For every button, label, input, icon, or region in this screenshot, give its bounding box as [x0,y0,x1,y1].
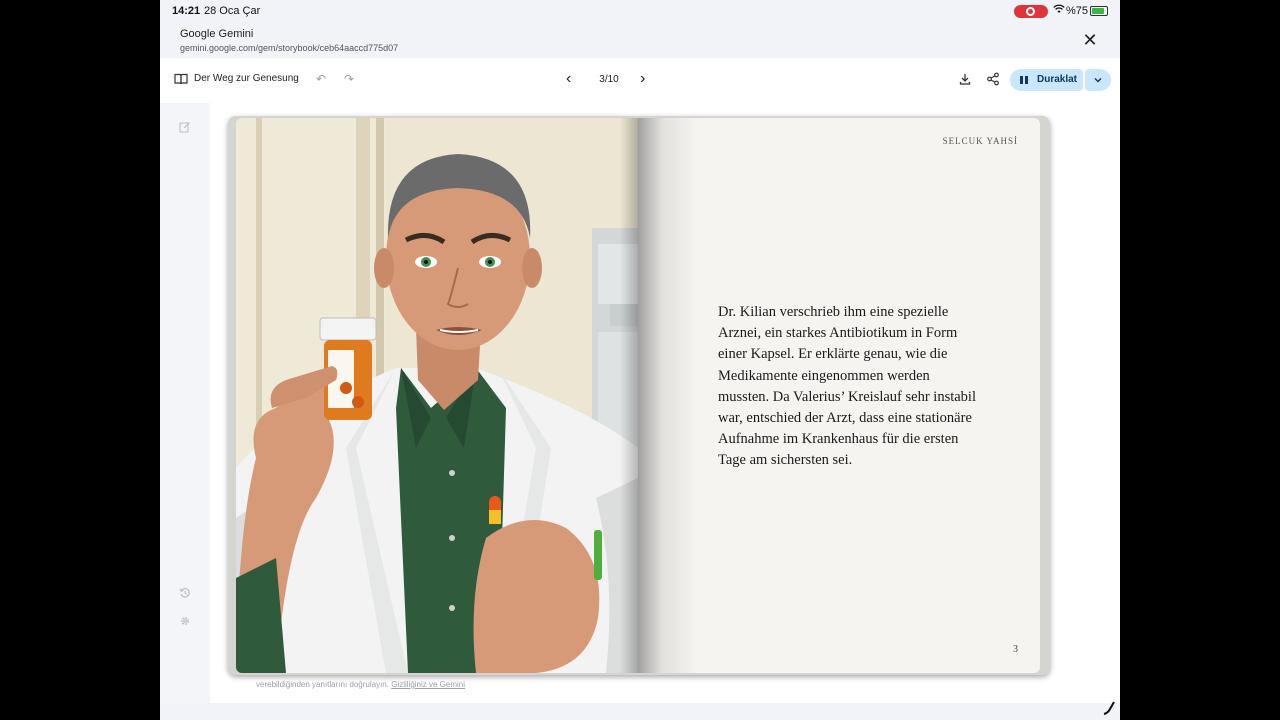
status-bar: 14:21 28 Oca Çar %75 [160,0,1120,22]
side-rail [160,103,210,703]
chevron-down-icon [1094,78,1102,83]
browser-header: Google Gemini gemini.google.com/gem/stor… [160,22,1120,58]
screen-recording-icon[interactable] [1014,5,1048,18]
redo-icon[interactable]: ↷ [344,72,354,86]
history-icon[interactable] [179,587,191,599]
status-time: 14:21 [172,5,201,17]
story-title[interactable]: Der Weg zur Genesung [194,73,299,84]
page-url[interactable]: gemini.google.com/gem/storybook/ceb64aac… [180,43,398,53]
download-icon[interactable] [958,72,972,86]
previous-page-button[interactable]: ‹ [566,70,571,88]
bottom-strip [160,703,1120,720]
illustration-page[interactable] [236,118,638,673]
wifi-icon [1053,4,1065,17]
gemini-disclaimer: verebildiğinden yanıtlarını doğrulayın. … [256,680,465,689]
pause-button[interactable]: Duraklat [1010,69,1083,91]
privacy-link[interactable]: Gizliliğiniz ve Gemini [391,680,465,689]
pause-label: Duraklat [1037,74,1078,85]
battery-icon [1090,6,1108,16]
book-author: SELCUK YAHSİ [942,136,1018,146]
doctor-illustration [236,118,638,673]
playback-options-button[interactable] [1085,69,1111,91]
edit-icon[interactable] [179,121,191,133]
app-title: Google Gemini [180,28,254,40]
storybook: SELCUK YAHSİ Dr. Kilian verschrieb ihm e… [228,116,1050,675]
battery-percentage: %75 [1066,5,1089,17]
pause-icon [1020,76,1028,84]
share-icon[interactable] [986,72,1000,86]
settings-icon[interactable] [179,615,191,627]
page-indicator: 3/10 [599,74,619,85]
next-page-button[interactable]: › [640,70,645,88]
text-page[interactable]: SELCUK YAHSİ Dr. Kilian verschrieb ihm e… [638,118,1040,673]
storybook-toolbar: Der Weg zur Genesung ↶ ↷ ‹ 3/10 › Durakl… [160,58,1120,103]
disclaimer-text: verebildiğinden yanıtlarını doğrulayın. [256,680,389,689]
undo-icon[interactable]: ↶ [316,72,326,86]
book-icon [174,73,188,85]
story-paragraph: Dr. Kilian verschrieb ihm eine spezielle… [718,304,976,469]
status-date: 28 Oca Çar [204,5,261,17]
close-icon[interactable]: ✕ [1080,30,1100,50]
tablet-screen: 14:21 28 Oca Çar %75 Google Gemini gemin… [160,0,1120,720]
pencil-cursor-icon [1103,701,1115,715]
page-number: 3 [1013,644,1018,655]
